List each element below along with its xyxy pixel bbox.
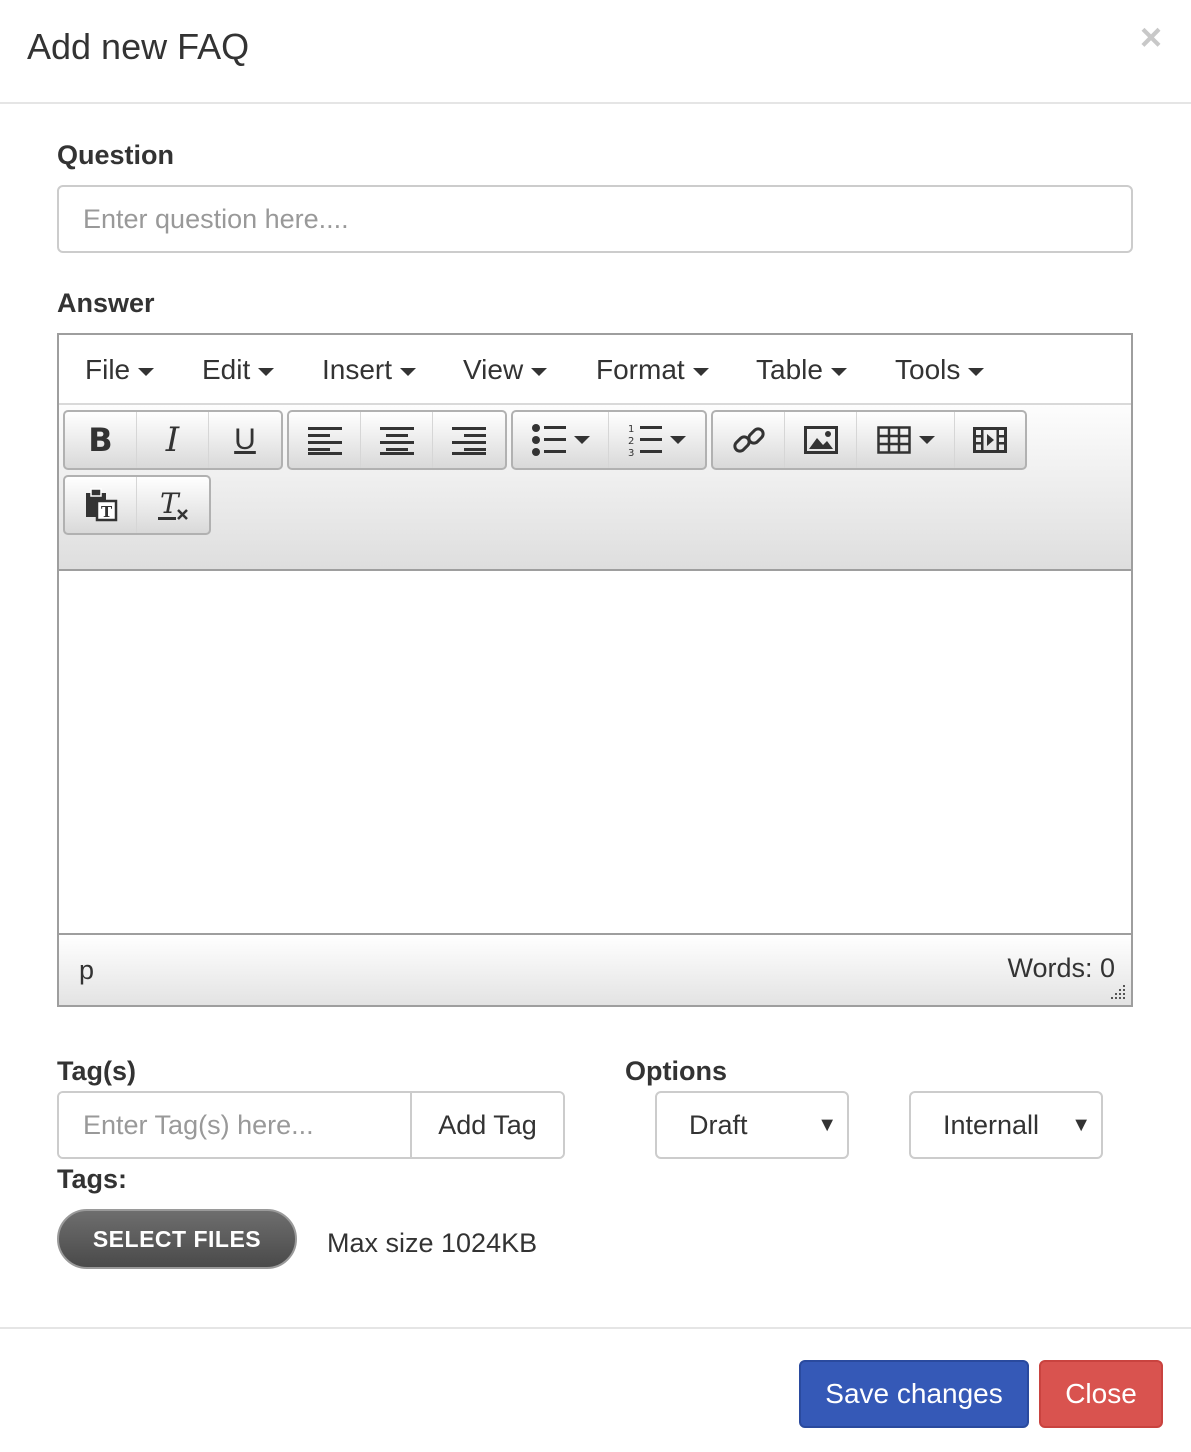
list-group: 123: [511, 410, 707, 470]
menu-edit[interactable]: Edit: [202, 352, 275, 388]
bold-icon: B: [88, 421, 113, 459]
answer-label: Answer: [57, 288, 155, 318]
svg-text:3: 3: [628, 448, 634, 457]
svg-text:2: 2: [628, 436, 634, 447]
bold-button[interactable]: B: [65, 412, 137, 468]
table-icon: [876, 426, 911, 454]
image-button[interactable]: [785, 412, 857, 468]
format-group: B I U: [63, 410, 283, 470]
tag-input-group: Add Tag: [57, 1091, 565, 1159]
status-select[interactable]: Draft ▼: [655, 1091, 849, 1159]
paste-text-icon: T: [85, 488, 117, 522]
image-icon: [803, 426, 838, 454]
menu-file[interactable]: File: [85, 352, 155, 388]
menu-insert-label: Insert: [322, 354, 393, 385]
answer-edit-area[interactable]: [59, 571, 1131, 933]
menu-table-label: Table: [756, 354, 823, 385]
editor-menubar: File Edit Insert View Format Table Tools: [59, 335, 1131, 405]
insert-group: [711, 410, 1027, 470]
caret-down-icon: [830, 367, 847, 376]
media-icon: [973, 427, 1007, 453]
select-files-button[interactable]: SELECT FILES: [57, 1209, 297, 1269]
table-button[interactable]: [857, 412, 955, 468]
menu-tools-label: Tools: [895, 354, 961, 385]
caret-down-icon: [400, 367, 417, 376]
clipboard-group: T T: [63, 475, 211, 535]
editor-toolbar: B I U 1 2 3 T T: [59, 405, 1131, 571]
menu-file-label: File: [85, 354, 131, 385]
media-button[interactable]: [955, 412, 1025, 468]
menu-format-label: Format: [596, 354, 685, 385]
italic-icon: I: [165, 420, 180, 460]
underline-icon: U: [234, 423, 256, 456]
align-center-button[interactable]: [361, 412, 433, 468]
caret-down-icon: [531, 367, 548, 376]
tag-input[interactable]: [59, 1093, 412, 1157]
align-center-icon: [379, 427, 414, 455]
numbered-list-button[interactable]: 123: [609, 412, 705, 468]
modal-footer: Save changes Close: [0, 1327, 1191, 1452]
caret-down-icon: [573, 436, 590, 444]
save-changes-button[interactable]: Save changes: [799, 1360, 1029, 1428]
editor-statusbar: p Words: 0: [59, 933, 1131, 1005]
max-size-note: Max size 1024KB: [327, 1228, 538, 1258]
status-select-value: Draft: [689, 1110, 748, 1140]
numbered-list-icon: 123: [628, 424, 662, 457]
menu-tools[interactable]: Tools: [895, 352, 985, 388]
clear-formatting-button[interactable]: T: [137, 477, 209, 533]
menu-insert[interactable]: Insert: [322, 352, 417, 388]
menu-table[interactable]: Table: [756, 352, 847, 388]
align-left-icon: [307, 427, 342, 455]
svg-text:T: T: [160, 488, 181, 520]
align-left-button[interactable]: [289, 412, 361, 468]
svg-text:1: 1: [628, 424, 634, 435]
bullet-list-button[interactable]: [513, 412, 610, 468]
italic-button[interactable]: I: [137, 412, 209, 468]
svg-text:T: T: [101, 503, 113, 521]
visibility-select[interactable]: Internall ▼: [909, 1091, 1103, 1159]
caret-down-icon: [258, 367, 275, 376]
caret-down-icon: [670, 436, 686, 444]
align-right-button[interactable]: [433, 412, 505, 468]
modal-title: Add new FAQ: [27, 26, 250, 67]
align-right-icon: [452, 427, 486, 455]
menu-view[interactable]: View: [463, 352, 548, 388]
dropdown-arrow-icon: ▼: [817, 1114, 837, 1136]
caret-down-icon: [918, 436, 935, 444]
menu-format[interactable]: Format: [596, 352, 709, 388]
modal-header: Add new FAQ ×: [0, 0, 1191, 104]
add-faq-modal: Add new FAQ × Question Answer File Edit …: [0, 0, 1191, 1452]
caret-down-icon: [692, 367, 709, 376]
word-count: Words: 0: [1007, 953, 1115, 983]
caret-down-icon: [968, 367, 985, 376]
caret-down-icon: [138, 367, 155, 376]
menu-view-label: View: [463, 354, 524, 385]
close-button[interactable]: Close: [1039, 1360, 1163, 1428]
resize-handle-icon[interactable]: [1107, 983, 1127, 1001]
link-icon: [732, 427, 765, 453]
answer-editor: File Edit Insert View Format Table Tools…: [57, 333, 1133, 1007]
underline-button[interactable]: U: [209, 412, 281, 468]
tags-label: Tag(s): [57, 1056, 136, 1086]
close-icon[interactable]: ×: [1136, 18, 1166, 58]
dropdown-arrow-icon: ▼: [1071, 1114, 1091, 1136]
bullet-list-icon: [531, 424, 566, 456]
element-path[interactable]: p: [79, 955, 94, 986]
question-input[interactable]: [57, 185, 1133, 253]
clear-formatting-icon: T: [158, 488, 188, 520]
menu-edit-label: Edit: [202, 354, 251, 385]
question-label: Question: [57, 140, 175, 170]
visibility-select-value: Internall: [943, 1110, 1040, 1140]
paste-text-button[interactable]: T: [65, 477, 137, 533]
options-label: Options: [625, 1056, 727, 1086]
add-tag-button[interactable]: Add Tag: [412, 1093, 563, 1157]
align-group: [287, 410, 507, 470]
link-button[interactable]: [713, 412, 785, 468]
tags-list-label: Tags:: [57, 1164, 128, 1194]
